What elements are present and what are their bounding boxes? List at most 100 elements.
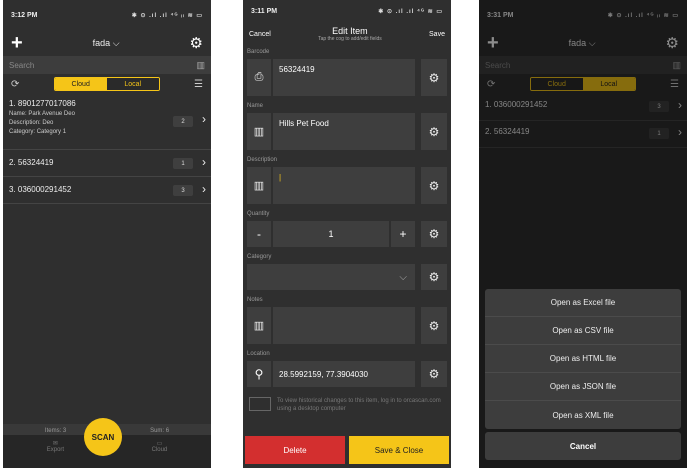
gear-icon[interactable]: ⚙ xyxy=(421,264,447,290)
sheet-cancel-button[interactable]: Cancel xyxy=(485,432,681,460)
gear-icon[interactable]: ⚙ xyxy=(421,307,447,344)
description-row: ▥ | ⚙ xyxy=(243,167,451,204)
phone-export-screen: 3:31 PM ✱ ⊙ .ıl .ıl ⁴ᴳ ᵢₗ ≋ ▭ + fada ⌵ ⚙… xyxy=(479,0,687,468)
cloud-local-toggle[interactable]: Cloud Local xyxy=(53,77,160,91)
search-bar[interactable]: Search ▥ xyxy=(3,56,211,74)
category-row: ⌵ ⚙ xyxy=(243,264,451,290)
edit-header: Cancel Edit Item Tap the cog to add/edit … xyxy=(243,22,451,46)
tab-local[interactable]: Local xyxy=(106,78,159,90)
description-label: Description xyxy=(247,157,278,163)
barcode-icon[interactable]: ▥ xyxy=(247,113,271,150)
tab-cloud[interactable]: Cloud xyxy=(54,78,107,90)
hint-text: To view historical changes to this item,… xyxy=(277,398,441,412)
notes-label: Notes xyxy=(247,297,263,303)
laptop-icon xyxy=(249,397,271,411)
chevron-down-icon: ⌵ xyxy=(112,37,120,48)
notes-field[interactable] xyxy=(273,307,415,344)
category-select[interactable]: ⌵ xyxy=(247,264,415,290)
open-excel-option[interactable]: Open as Excel file xyxy=(485,289,681,317)
count-badge: 1 xyxy=(173,158,193,169)
edit-title: Edit Item Tap the cog to add/edit fields xyxy=(318,26,382,42)
quantity-field[interactable]: 1 xyxy=(273,221,389,247)
minus-button[interactable]: - xyxy=(247,221,271,247)
open-html-option[interactable]: Open as HTML file xyxy=(485,345,681,373)
delete-button[interactable]: Delete xyxy=(245,436,345,464)
items-count: Items: 3 xyxy=(44,428,67,434)
list-view-icon[interactable]: ☰ xyxy=(194,79,203,90)
refresh-icon[interactable]: ⟳ xyxy=(11,79,19,90)
scan-button[interactable]: SCAN xyxy=(84,418,122,456)
open-xml-option[interactable]: Open as XML file xyxy=(485,401,681,429)
cancel-button[interactable]: Cancel xyxy=(249,31,271,38)
chevron-right-icon[interactable]: › xyxy=(202,112,206,126)
list-item[interactable]: 2. 56324419 1 › xyxy=(3,150,211,177)
chevron-down-icon: ⌵ xyxy=(399,271,407,283)
item-name: Park Avenue Deo xyxy=(28,111,75,117)
edit-subtitle: Tap the cog to add/edit fields xyxy=(318,36,382,42)
search-input[interactable]: Search xyxy=(9,61,34,70)
location-label: Location xyxy=(247,351,270,357)
gear-icon[interactable]: ⚙ xyxy=(421,113,447,150)
sheet-title[interactable]: fada ⌵ xyxy=(93,38,120,49)
category-label: Category xyxy=(247,254,272,260)
name-field[interactable]: Hills Pet Food xyxy=(273,113,415,150)
status-bar: 3:12 PM ✱ ⊙ .ıl .ıl ⁴ᴳ ᵢₗ ≋ ▭ xyxy=(3,0,211,30)
open-json-option[interactable]: Open as JSON file xyxy=(485,373,681,401)
status-bar: 3:11 PM ✱ ⊙ .ıl .ıl ⁴ᴳ ≋ ▭ xyxy=(243,0,451,22)
name-label: Name xyxy=(247,103,264,109)
list-item[interactable]: 3. 036000291452 3 › xyxy=(3,177,211,204)
sheet-name: fada xyxy=(92,37,111,48)
item-cat: Category 1 xyxy=(36,129,67,135)
status-icons: ✱ ⊙ .ıl .ıl ⁴ᴳ ᵢₗ ≋ ▭ xyxy=(131,12,203,19)
save-button[interactable]: Save xyxy=(429,31,445,38)
barcode-icon[interactable]: ▥ xyxy=(247,307,271,344)
location-row: ⚲ 28.5992159, 77.3904030 ⚙ xyxy=(243,361,451,387)
nav-cloud[interactable]: ▭ Cloud xyxy=(152,440,168,453)
open-csv-option[interactable]: Open as CSV file xyxy=(485,317,681,345)
print-icon[interactable]: ⎙ xyxy=(247,59,271,96)
phone-edit-screen: 3:11 PM ✱ ⊙ .ıl .ıl ⁴ᴳ ≋ ▭ Cancel Edit I… xyxy=(243,0,451,468)
sum-count: Sum: 6 xyxy=(150,428,170,434)
name-label: Name: xyxy=(9,111,27,117)
settings-gear-icon[interactable]: ⚙ xyxy=(190,34,203,52)
save-close-button[interactable]: Save & Close xyxy=(349,436,449,464)
segment-row: ⟳ Cloud Local ☰ xyxy=(3,74,211,94)
chevron-right-icon[interactable]: › xyxy=(202,182,206,196)
description-field[interactable]: | xyxy=(273,167,415,204)
gear-icon[interactable]: ⚙ xyxy=(421,167,447,204)
status-icons: ✱ ⊙ .ıl .ıl ⁴ᴳ ≋ ▭ xyxy=(378,8,443,15)
count-badge: 2 xyxy=(173,116,193,127)
notes-row: ▥ ⚙ xyxy=(243,307,451,344)
status-time: 3:11 PM xyxy=(251,7,278,15)
cat-label: Category: xyxy=(9,129,36,135)
nav-export-label: Export xyxy=(46,447,65,453)
desc-label: Description: xyxy=(9,120,41,126)
quantity-label: Quantity xyxy=(247,211,270,217)
barcode-field[interactable]: 56324419 xyxy=(273,59,415,96)
status-time: 3:12 PM xyxy=(11,11,38,19)
barcode-label: Barcode xyxy=(247,49,270,55)
count-badge: 3 xyxy=(173,185,193,196)
history-hint: To view historical changes to this item,… xyxy=(243,387,451,413)
nav-export[interactable]: ✉ Export xyxy=(47,440,64,453)
action-buttons: Delete Save & Close xyxy=(245,436,449,464)
quantity-row: - 1 + ⚙ xyxy=(243,221,451,247)
gear-icon[interactable]: ⚙ xyxy=(421,221,447,247)
gear-icon[interactable]: ⚙ xyxy=(421,361,447,387)
plus-button[interactable]: + xyxy=(391,221,415,247)
name-row: ▥ Hills Pet Food ⚙ xyxy=(243,113,451,150)
barcode-icon[interactable]: ▥ xyxy=(196,60,205,71)
open-as-sheet: Open as Excel file Open as CSV file Open… xyxy=(485,289,681,429)
phone-list-screen: 3:12 PM ✱ ⊙ .ıl .ıl ⁴ᴳ ᵢₗ ≋ ▭ + fada ⌵ ⚙… xyxy=(3,0,211,468)
location-field[interactable]: 28.5992159, 77.3904030 xyxy=(273,361,415,387)
location-pin-icon[interactable]: ⚲ xyxy=(247,361,271,387)
list-item[interactable]: 1. 8901277017086 Name: Park Avenue Deo D… xyxy=(3,94,211,150)
barcode-row: ⎙ 56324419 ⚙ xyxy=(243,59,451,96)
barcode-icon[interactable]: ▥ xyxy=(247,167,271,204)
item-cat-line: Category: Category 1 xyxy=(9,129,205,135)
add-icon[interactable]: + xyxy=(11,33,23,53)
chevron-right-icon[interactable]: › xyxy=(202,155,206,169)
top-bar: + fada ⌵ ⚙ xyxy=(3,30,211,56)
item-barcode: 1. 8901277017086 xyxy=(9,99,76,108)
gear-icon[interactable]: ⚙ xyxy=(421,59,447,96)
